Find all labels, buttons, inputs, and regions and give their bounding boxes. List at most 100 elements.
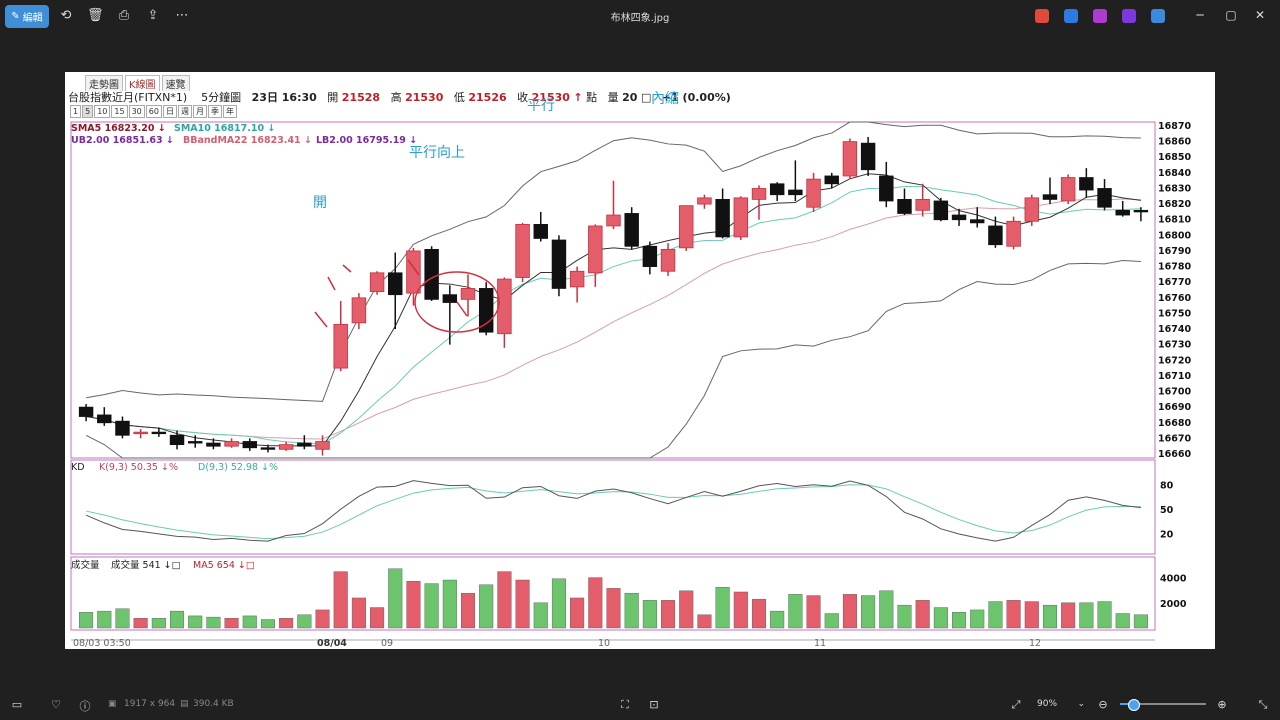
annotation-arrow [456, 301, 468, 317]
volume-bar [1061, 602, 1076, 629]
candle-body [278, 444, 294, 450]
volume-bar [1115, 613, 1130, 629]
fit-icon[interactable]: ⤢ [1008, 698, 1024, 712]
date-axis-label: 09 [381, 638, 393, 649]
volume-bar [952, 612, 967, 629]
volume-bar [1024, 601, 1039, 629]
volume-bar [933, 607, 948, 629]
annotation-arrow [342, 264, 352, 273]
price-legend-item: SMA10 16817.10 ↓ [174, 123, 275, 134]
volume-bar [1079, 602, 1094, 629]
volume-bar [751, 598, 767, 629]
crop-icon[interactable]: ⛶ [617, 698, 633, 712]
price-tick-label: 16670 [1158, 433, 1191, 444]
filesize-icon: ▤ [180, 699, 189, 709]
candle-body [224, 441, 239, 447]
price-tick-label: 16680 [1158, 418, 1191, 429]
zoom-value: 90% [1037, 699, 1058, 709]
minimize-icon[interactable]: ─ [1192, 8, 1208, 22]
candle-body [933, 200, 949, 221]
candle-body [206, 442, 221, 447]
app-icon-1[interactable] [1035, 9, 1049, 23]
volume-bar [642, 600, 657, 629]
candle-body [1079, 177, 1094, 191]
kd-tick-label: 50 [1160, 505, 1174, 516]
volume-bar [606, 588, 621, 629]
price-legend-item: BBandMA22 16823.41 ↓ [183, 135, 312, 146]
top-toolbar: ✎ 編輯 ⟲ 🗑 ⎙ ⇪ ⋯ 布林四象.jpg ─ ▢ ✕ [0, 0, 1280, 32]
candle-body [715, 199, 730, 238]
candle-body [806, 178, 821, 208]
app-icon-2[interactable] [1064, 9, 1078, 23]
price-tick-label: 16840 [1158, 168, 1191, 179]
volume-bar [733, 591, 748, 629]
k-line [85, 480, 1141, 542]
volume-bar [97, 610, 112, 629]
fullscreen-icon[interactable]: ⤡ [1255, 698, 1271, 712]
volume-bar [970, 609, 985, 629]
candle-body [97, 414, 112, 424]
close-icon[interactable]: ✕ [1252, 8, 1268, 22]
zoom-in-icon[interactable]: ⊕ [1214, 698, 1230, 711]
volume-bar [497, 571, 512, 629]
kd-legend-item: KD [71, 462, 85, 473]
candle-body [1042, 194, 1058, 200]
volume-bar [879, 590, 894, 629]
favorite-icon[interactable]: ♡ [48, 698, 64, 711]
volume-bar [388, 568, 403, 629]
candle-body [424, 248, 439, 300]
chart-annotation: 內縮 [651, 91, 679, 107]
volume-bar [715, 586, 730, 629]
kd-legend-item: D(9,3) 52.98 ↓% [198, 462, 278, 473]
volume-bar [260, 619, 275, 629]
zoom-dropdown[interactable]: 90% ⌄ [1031, 694, 1089, 714]
price-tick-label: 16760 [1158, 293, 1191, 304]
price-tick-label: 16720 [1158, 355, 1191, 366]
maximize-icon[interactable]: ▢ [1223, 8, 1239, 22]
app-icon-4[interactable] [1122, 9, 1136, 23]
zoom-slider-thumb[interactable] [1127, 699, 1140, 711]
candle-body [1097, 188, 1112, 208]
info-icon[interactable]: ⓘ [77, 698, 93, 714]
kd-panel-frame [70, 459, 1156, 555]
date-axis-label: 11 [814, 638, 826, 649]
app-icon-3[interactable] [1093, 9, 1107, 23]
filmstrip-icon[interactable]: ▭ [9, 698, 25, 711]
volume-legend-item: MA5 654 ↓□ [193, 560, 255, 571]
volume-bar [988, 601, 1003, 629]
text-select-icon[interactable]: ⊡ [646, 698, 662, 711]
zoom-out-icon[interactable]: ⊖ [1095, 698, 1111, 711]
volume-bar [824, 613, 839, 629]
price-tick-label: 16820 [1158, 199, 1191, 210]
candle-body [697, 197, 712, 205]
candle-body [1133, 209, 1149, 213]
price-tick-label: 16810 [1158, 215, 1191, 226]
price-tick-label: 16860 [1158, 137, 1191, 148]
candle-body [187, 441, 203, 444]
candle-body [315, 441, 330, 450]
date-axis-label: 08/03 03:50 [73, 638, 131, 649]
chart-annotation: 平行向上 [409, 145, 465, 161]
candle-body [569, 270, 585, 288]
volume-bar [1097, 601, 1112, 629]
candle-body [351, 297, 367, 324]
lower-bollinger-band-line [85, 259, 1141, 459]
candle-body [1024, 197, 1040, 222]
candle-body [169, 434, 185, 446]
volume-bar [1042, 604, 1057, 629]
annotation-arrow [314, 311, 328, 328]
candle-body [733, 197, 749, 238]
bottom-statusbar: ▭ ♡ ⓘ ▣ 1917 x 964 ▤ 390.4 KB ⛶ ⊡ ⤢ 90% … [0, 688, 1280, 720]
price-panel-frame [70, 121, 1156, 459]
candle-body [588, 225, 603, 274]
candle-body [915, 199, 930, 211]
app-icon-5[interactable] [1151, 9, 1165, 23]
price-tick-label: 16710 [1158, 371, 1191, 382]
candle-body [751, 188, 767, 200]
price-tick-label: 16850 [1158, 152, 1191, 163]
zoom-slider[interactable] [1120, 699, 1206, 711]
volume-bar [479, 584, 494, 629]
price-tick-label: 16780 [1158, 262, 1191, 273]
volume-bar [170, 610, 185, 629]
volume-bar [624, 592, 639, 629]
